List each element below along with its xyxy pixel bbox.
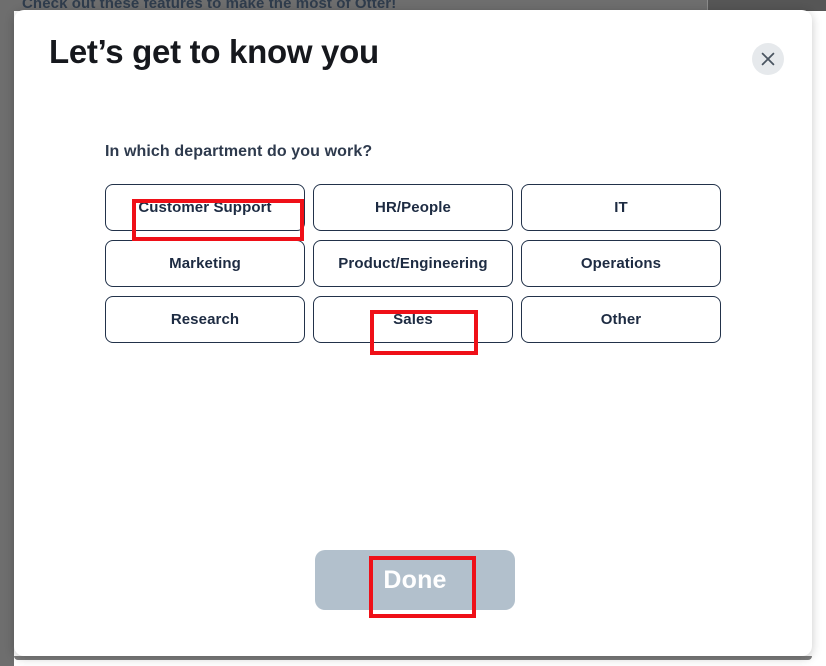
option-label: Customer Support — [138, 199, 272, 216]
close-icon — [761, 52, 775, 66]
close-button[interactable] — [752, 43, 784, 75]
option-marketing[interactable]: Marketing — [105, 240, 305, 287]
option-it[interactable]: IT — [521, 184, 721, 231]
option-customer-support[interactable]: Customer Support — [105, 184, 305, 231]
option-other[interactable]: Other — [521, 296, 721, 343]
option-label: Research — [170, 311, 240, 328]
option-research[interactable]: Research — [105, 296, 305, 343]
option-label: IT — [614, 199, 628, 216]
option-sales[interactable]: Sales — [313, 296, 513, 343]
done-button-label: Done — [383, 565, 447, 594]
option-label: Other — [600, 311, 642, 328]
option-label: Marketing — [169, 255, 241, 272]
screen: Check out these features to make the mos… — [0, 0, 826, 666]
option-hr-people[interactable]: HR/People — [313, 184, 513, 231]
page-title: Let’s get to know you — [49, 33, 379, 70]
option-label: Product/Engineering — [338, 255, 488, 272]
department-options-grid: Customer Support HR/People IT Marketing … — [105, 184, 721, 343]
option-label: HR/People — [375, 199, 451, 216]
department-question-label: In which department do you work? — [105, 143, 373, 160]
background-bottom-edge — [14, 656, 812, 660]
option-label: Operations — [580, 255, 662, 272]
done-button[interactable]: Done — [315, 550, 515, 610]
background-left-overlay — [0, 0, 14, 666]
option-operations[interactable]: Operations — [521, 240, 721, 287]
option-label: Sales — [393, 311, 433, 328]
option-product-engineering[interactable]: Product/Engineering — [313, 240, 513, 287]
onboarding-modal: Let’s get to know you In which departmen… — [14, 10, 812, 656]
